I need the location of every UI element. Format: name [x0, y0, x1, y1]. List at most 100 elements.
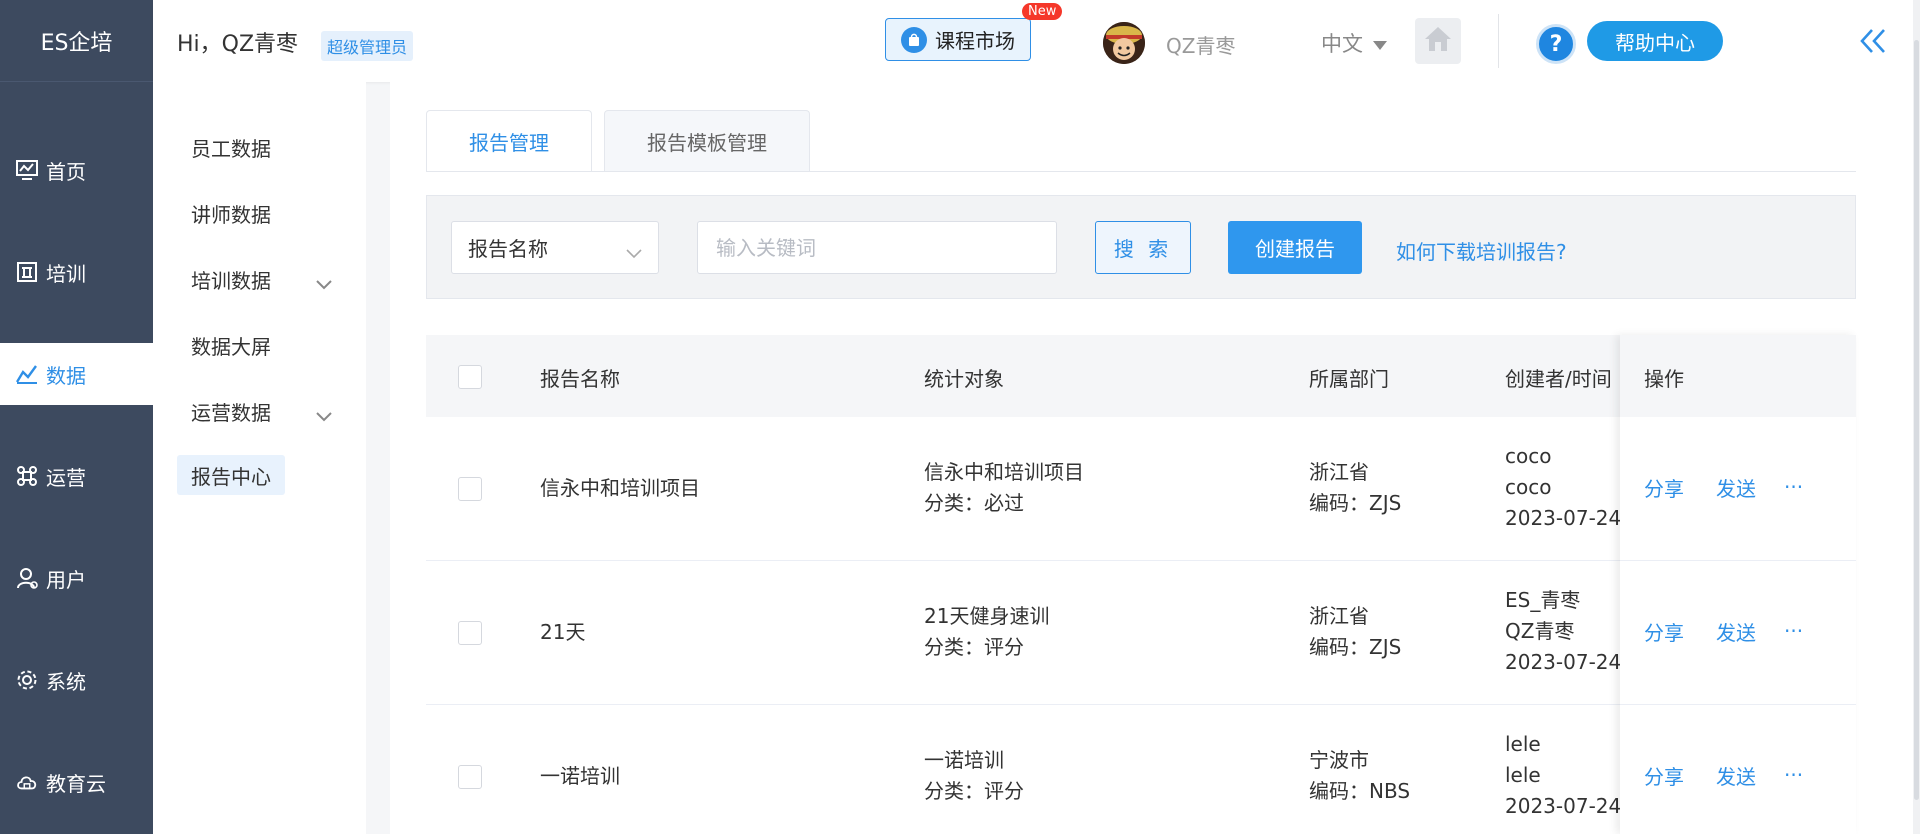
nav-item-label: 教育云 — [46, 771, 106, 796]
keyword-input[interactable] — [697, 221, 1057, 274]
language-select[interactable]: 中文 — [1321, 28, 1387, 58]
report-name: 信永中和培训项目 — [540, 476, 700, 500]
subnav-item-label: 报告中心 — [191, 464, 271, 489]
greeting-text: Hi，QZ青枣 — [177, 32, 299, 57]
nav-item-label: 系统 — [46, 669, 86, 694]
username[interactable]: QZ青枣 — [1166, 30, 1235, 59]
nav-item-users[interactable]: 用户 — [0, 547, 153, 609]
creator-name: lele — [1505, 732, 1541, 756]
subnav-item-label: 运营数据 — [191, 400, 271, 425]
send-link[interactable]: 发送 — [1716, 473, 1756, 502]
avatar[interactable] — [1103, 22, 1145, 64]
subnav-item-data-screen[interactable]: 数据大屏 — [177, 325, 342, 365]
target-name: 一诺培训 — [924, 748, 1004, 772]
nav-item-label: 培训 — [46, 261, 86, 286]
subnav-item-label: 讲师数据 — [191, 202, 271, 227]
dashboard-icon — [16, 159, 38, 181]
home-icon — [1424, 26, 1452, 56]
create-report-button[interactable]: 创建报告 — [1228, 221, 1362, 274]
target-category: 分类：评分 — [924, 779, 1024, 803]
more-link[interactable]: ... — [1784, 613, 1803, 637]
creator-name: coco — [1505, 475, 1552, 499]
select-value: 报告名称 — [468, 237, 548, 261]
department-name: 浙江省 — [1309, 604, 1369, 628]
chart-icon — [16, 363, 38, 385]
shopping-bag-icon — [901, 26, 927, 53]
department-code: 编码：ZJS — [1309, 491, 1402, 515]
top-header: Hi，QZ青枣 超级管理员 课程市场 New QZ青枣 中文 ? 帮助中心 — [153, 0, 1920, 82]
chevron-down-icon — [316, 271, 332, 295]
chevron-down-icon — [316, 403, 332, 427]
main-content: 报告管理 报告模板管理 报告名称 搜 索 创建报告 如何下载培训报告? 报告名称… — [390, 82, 1920, 834]
subnav-item-staff-data[interactable]: 员工数据 — [177, 127, 342, 167]
target-category: 分类：必过 — [924, 491, 1024, 515]
course-market-button[interactable]: 课程市场 — [885, 18, 1031, 61]
created-time: 2023-07-24 1 — [1505, 506, 1623, 530]
send-link[interactable]: 发送 — [1716, 761, 1756, 790]
nav-item-system[interactable]: 系统 — [0, 649, 153, 711]
column-header-creator: 创建者/时间 — [1505, 367, 1612, 391]
operations-icon — [16, 465, 38, 487]
nav-item-home[interactable]: 首页 — [0, 139, 153, 201]
nav-item-training[interactable]: 培训 — [0, 241, 153, 303]
tab-report-management[interactable]: 报告管理 — [426, 110, 592, 172]
search-button[interactable]: 搜 索 — [1095, 221, 1191, 274]
collapse-sidebar-icon[interactable] — [1856, 24, 1890, 58]
subnav-item-report-center[interactable]: 报告中心 — [177, 455, 285, 495]
caret-down-icon — [1373, 31, 1387, 55]
subnav-item-label: 培训数据 — [191, 268, 271, 293]
gear-icon — [16, 669, 38, 691]
download-help-link[interactable]: 如何下载培训报告? — [1396, 236, 1567, 265]
row-checkbox[interactable] — [458, 477, 482, 501]
header-divider — [1498, 14, 1499, 68]
nav-item-label: 首页 — [46, 159, 86, 184]
role-badge: 超级管理员 — [321, 31, 414, 61]
nav-item-edu-cloud[interactable]: 教育云 — [0, 751, 153, 813]
more-link[interactable]: ... — [1784, 757, 1803, 781]
column-header-department: 所属部门 — [1309, 367, 1389, 391]
help-center-button[interactable]: 帮助中心 — [1587, 21, 1723, 61]
help-question-icon[interactable]: ? — [1536, 24, 1576, 64]
creator-name: QZ青枣 — [1505, 619, 1575, 643]
created-time: 2023-07-24 0 — [1505, 794, 1623, 818]
department-code: 编码：ZJS — [1309, 635, 1402, 659]
page-scrollbar[interactable] — [1913, 0, 1920, 834]
column-header-actions: 操作 — [1644, 367, 1684, 391]
course-market-label: 课程市场 — [935, 29, 1015, 53]
language-label: 中文 — [1321, 32, 1363, 56]
brand-logo: ES企培 — [0, 0, 153, 82]
cloud-icon — [16, 771, 38, 793]
more-link[interactable]: ... — [1784, 469, 1803, 493]
search-field-select[interactable]: 报告名称 — [451, 221, 659, 274]
target-category: 分类：评分 — [924, 635, 1024, 659]
nav-item-operations[interactable]: 运营 — [0, 445, 153, 507]
chevron-down-icon — [626, 240, 642, 264]
created-time: 2023-07-24 1 — [1505, 650, 1623, 674]
tab-report-template-management[interactable]: 报告模板管理 — [604, 110, 810, 172]
actions-cell: 分享 发送 ... — [1620, 561, 1856, 705]
home-button[interactable] — [1415, 18, 1461, 64]
new-badge: New — [1022, 3, 1063, 20]
secondary-sidebar: 员工数据 讲师数据 培训数据 数据大屏 运营数据 报告中心 — [153, 82, 366, 834]
row-checkbox[interactable] — [458, 765, 482, 789]
row-checkbox[interactable] — [458, 621, 482, 645]
nav-item-data[interactable]: 数据 — [0, 343, 153, 405]
share-link[interactable]: 分享 — [1644, 761, 1684, 790]
scrollbar-thumb[interactable] — [1914, 40, 1919, 800]
actions-cell: 分享 发送 ... — [1620, 705, 1856, 834]
select-all-checkbox[interactable] — [458, 365, 482, 389]
target-name: 信永中和培训项目 — [924, 460, 1084, 484]
department-name: 浙江省 — [1309, 460, 1369, 484]
subnav-item-training-data[interactable]: 培训数据 — [177, 259, 342, 299]
column-header-target: 统计对象 — [924, 367, 1004, 391]
report-name: 一诺培训 — [540, 764, 620, 788]
subnav-item-operations-data[interactable]: 运营数据 — [177, 391, 342, 431]
subnav-item-lecturer-data[interactable]: 讲师数据 — [177, 193, 342, 233]
creator-name: lele — [1505, 763, 1541, 787]
tab-divider — [426, 171, 1856, 172]
column-header-name: 报告名称 — [540, 367, 620, 391]
share-link[interactable]: 分享 — [1644, 473, 1684, 502]
nav-item-label: 运营 — [46, 465, 86, 490]
share-link[interactable]: 分享 — [1644, 617, 1684, 646]
send-link[interactable]: 发送 — [1716, 617, 1756, 646]
